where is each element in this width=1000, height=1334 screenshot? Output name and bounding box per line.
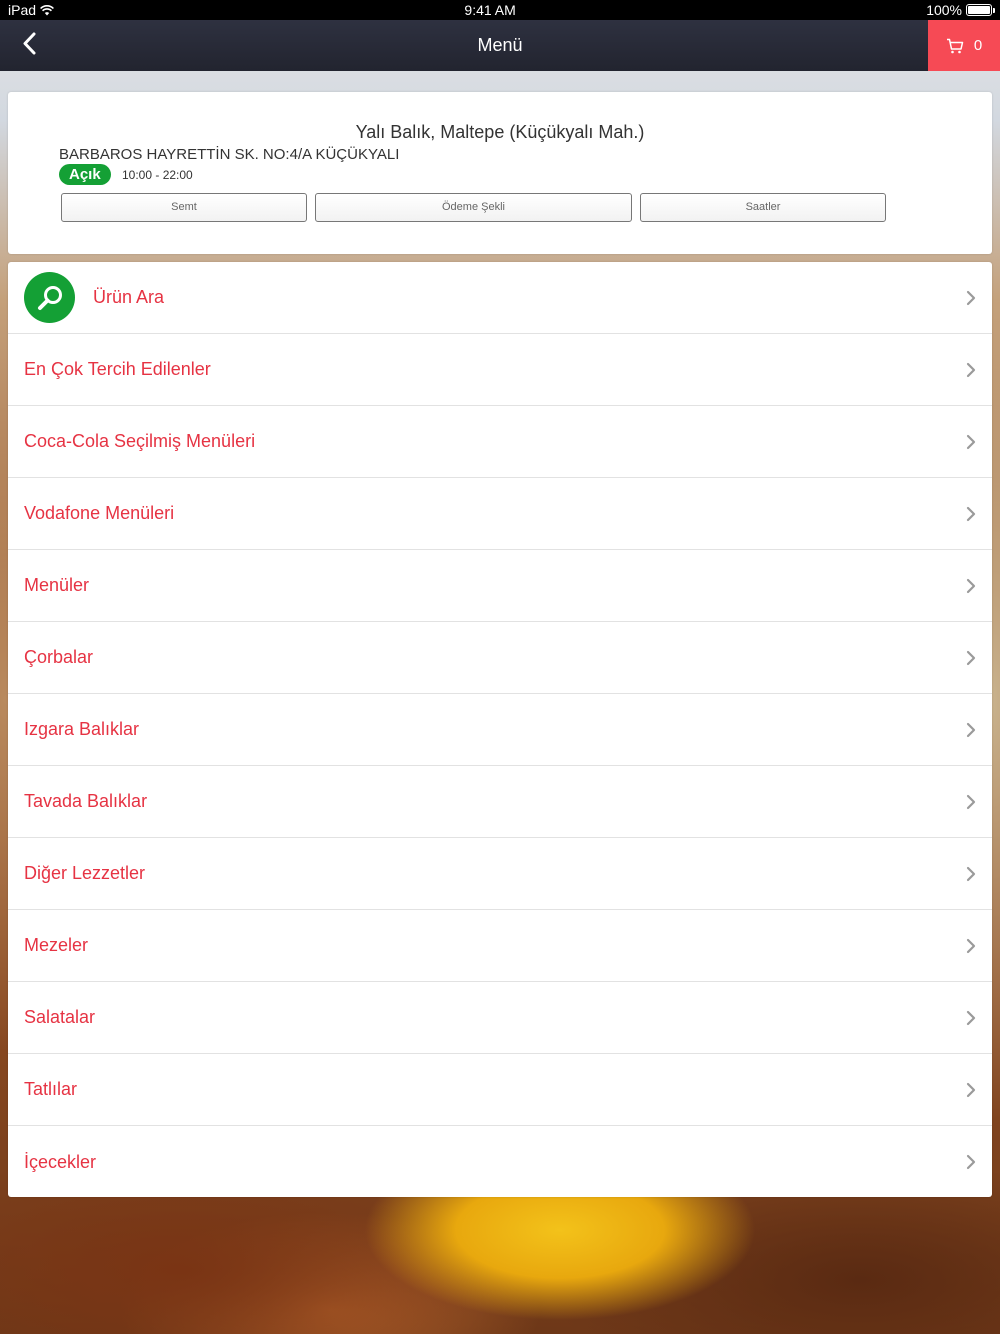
menu-category-row[interactable]: Coca-Cola Seçilmiş Menüleri (8, 406, 992, 478)
menu-category-row[interactable]: En Çok Tercih Edilenler (8, 334, 992, 406)
battery-percent: 100% (926, 2, 962, 18)
chevron-right-icon (966, 506, 976, 522)
menu-category-label: En Çok Tercih Edilenler (24, 359, 211, 379)
menu-category-label: İçecekler (24, 1151, 97, 1172)
chevron-right-icon (966, 578, 976, 594)
menu-category-label: Mezeler (24, 935, 89, 955)
opening-hours: 10:00 - 22:00 (122, 168, 193, 182)
battery-icon (966, 4, 995, 16)
chevron-right-icon (966, 866, 976, 882)
chevron-right-icon (966, 1010, 976, 1026)
menu-category-label: Coca-Cola Seçilmiş Menüleri (24, 431, 256, 451)
chevron-right-icon (966, 938, 976, 954)
cart-button[interactable]: 0 (928, 20, 1000, 71)
menu-category-row[interactable]: Menüler (8, 550, 992, 622)
restaurant-address: BARBAROS HAYRETTİN SK. NO:4/A KÜÇÜKYALI (59, 146, 400, 163)
menu-category-label: Çorbalar (24, 647, 94, 667)
menu-category-row[interactable]: Salatalar (8, 982, 992, 1054)
menu-category-label: Diğer Lezzetler (24, 863, 146, 883)
menu-category-row[interactable]: Mezeler (8, 910, 992, 982)
menu-category-row[interactable]: Çorbalar (8, 622, 992, 694)
status-time: 9:41 AM (464, 2, 516, 18)
status-left: iPad (8, 2, 54, 18)
chevron-right-icon (966, 1154, 976, 1170)
menu-category-list: Ürün Ara En Çok Tercih Edilenler Coca-Col… (8, 262, 992, 1197)
wifi-icon (40, 4, 54, 15)
menu-category-row[interactable]: Vodafone Menüleri (8, 478, 992, 550)
menu-category-row[interactable]: Tavada Balıklar (8, 766, 992, 838)
restaurant-name: Yalı Balık, Maltepe (Küçükyalı Mah.) (355, 122, 645, 142)
chevron-right-icon (966, 722, 976, 738)
status-bar: iPad 9:41 AM 100% (0, 0, 1000, 20)
search-icon (37, 285, 62, 310)
cart-count: 0 (973, 37, 983, 54)
payment-method-button[interactable]: Ödeme Şekli (315, 193, 632, 222)
menu-category-label: Tavada Balıklar (24, 791, 148, 811)
cart-icon (946, 38, 964, 53)
menu-category-label: Vodafone Menüleri (24, 503, 175, 523)
menu-category-row[interactable]: Izgara Balıklar (8, 694, 992, 766)
chevron-right-icon (966, 290, 976, 306)
hours-button[interactable]: Saatler (640, 193, 886, 222)
open-status-badge: Açık (59, 164, 111, 185)
menu-category-label: Salatalar (24, 1007, 96, 1027)
status-right: 100% (926, 2, 995, 18)
device-label: iPad (8, 2, 37, 18)
restaurant-info-card: Yalı Balık, Maltepe (Küçükyalı Mah.) BAR… (8, 92, 992, 254)
chevron-right-icon (966, 650, 976, 666)
menu-category-row[interactable]: Tatlılar (8, 1054, 992, 1126)
district-button[interactable]: Semt (61, 193, 307, 222)
menu-category-label: Menüler (24, 575, 90, 595)
search-icon-badge (24, 272, 75, 323)
menu-category-label: Tatlılar (24, 1079, 78, 1099)
chevron-right-icon (966, 362, 976, 378)
search-products-row[interactable]: Ürün Ara (8, 262, 992, 334)
menu-category-label: Izgara Balıklar (24, 719, 140, 739)
search-products-label: Ürün Ara (93, 287, 165, 307)
navigation-bar: Menü 0 (0, 20, 1000, 71)
menu-category-row[interactable]: İçecekler (8, 1126, 992, 1197)
menu-category-row[interactable]: Diğer Lezzetler (8, 838, 992, 910)
chevron-right-icon (966, 434, 976, 450)
chevron-right-icon (966, 794, 976, 810)
chevron-right-icon (966, 1082, 976, 1098)
page-title: Menü (477, 35, 523, 55)
